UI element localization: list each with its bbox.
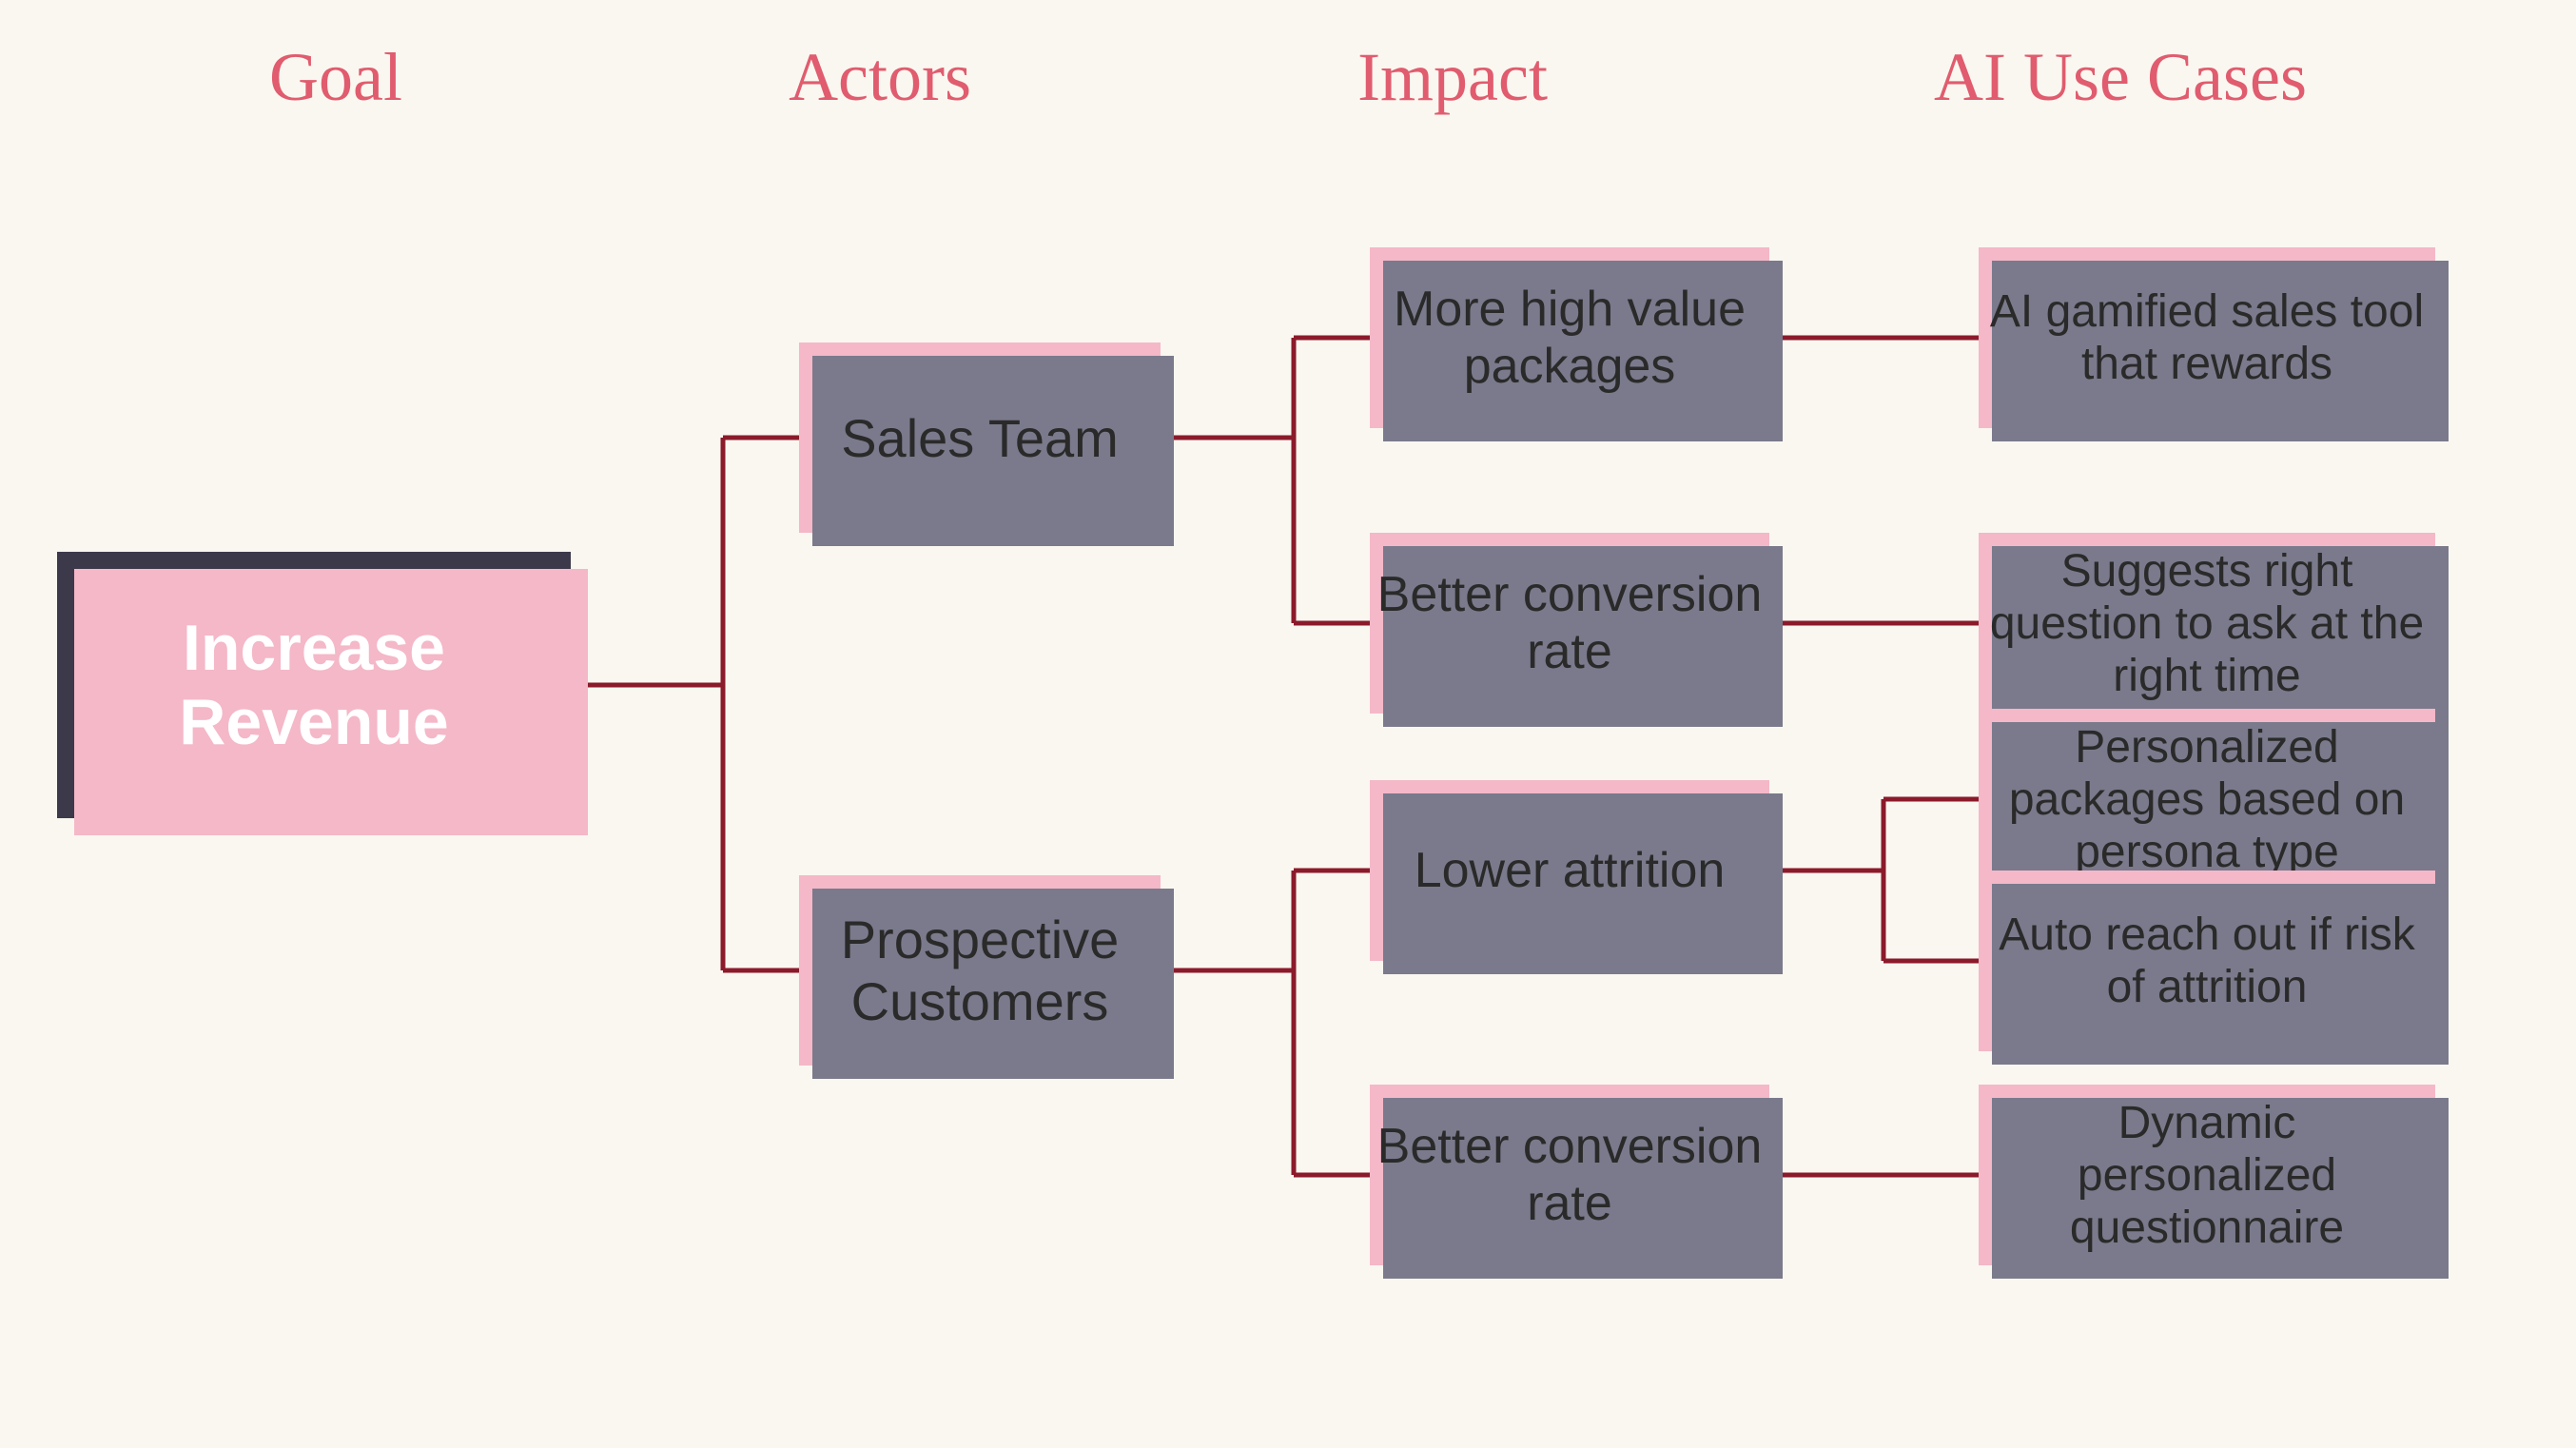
actor-prospective-customers: Prospective Customers (799, 875, 1161, 1066)
usecase-ai-gamified: AI gamified sales tool that rewards (1979, 247, 2435, 428)
header-impact: Impact (1357, 38, 1548, 117)
impact-more-high-value: More high value packages (1370, 247, 1769, 428)
goal-label: Increase Revenue (57, 592, 571, 778)
usecase-suggests-question-label: Suggests right question to ask at the ri… (1979, 536, 2435, 712)
usecase-ai-gamified-label: AI gamified sales tool that rewards (1979, 276, 2435, 400)
header-row: Goal Actors Impact AI Use Cases (0, 0, 2576, 136)
usecase-auto-reach-out-label: Auto reach out if risk of attrition (1979, 899, 2435, 1023)
impact-better-conversion-2: Better conversion rate (1370, 1085, 1769, 1265)
header-goal: Goal (269, 38, 402, 117)
actor-prospective-label: Prospective Customers (799, 909, 1161, 1032)
actor-sales-team: Sales Team (799, 342, 1161, 533)
actor-sales-team-label: Sales Team (841, 407, 1119, 469)
usecase-dynamic-questionnaire-label: Dynamic personalized questionnaire (1979, 1087, 2435, 1263)
header-ai-use-cases: AI Use Cases (1934, 38, 2307, 117)
impact-lower-attrition: Lower attrition (1370, 780, 1769, 961)
usecase-suggests-question: Suggests right question to ask at the ri… (1979, 533, 2435, 714)
impact-better-conversion-1-label: Better conversion rate (1370, 566, 1769, 680)
usecase-personalized-packages: Personalized packages based on persona t… (1979, 709, 2435, 890)
usecase-auto-reach-out: Auto reach out if risk of attrition (1979, 871, 2435, 1051)
impact-better-conversion-1: Better conversion rate (1370, 533, 1769, 714)
header-actors: Actors (789, 38, 971, 117)
usecase-personalized-packages-label: Personalized packages based on persona t… (1979, 712, 2435, 888)
diagram: Increase Revenue Sales Team Prospective … (0, 152, 2576, 1448)
impact-better-conversion-2-label: Better conversion rate (1370, 1118, 1769, 1232)
goal-box: Increase Revenue (57, 552, 571, 818)
impact-lower-attrition-label: Lower attrition (1415, 842, 1726, 899)
usecase-dynamic-questionnaire: Dynamic personalized questionnaire (1979, 1085, 2435, 1265)
impact-more-high-value-label: More high value packages (1370, 281, 1769, 395)
